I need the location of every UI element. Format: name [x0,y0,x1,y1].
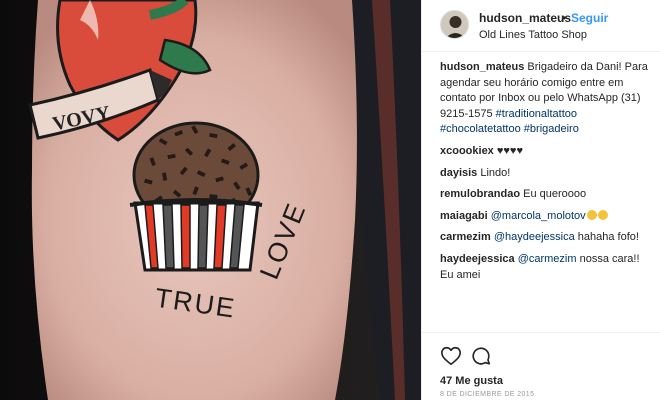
comment-username[interactable]: dayisis [440,167,477,179]
laughing-emoji-icon [586,209,597,220]
post-date[interactable]: 8 DE DICIEMBRE DE 2015 [440,391,534,398]
comment-text: Lindo! [477,166,511,179]
caption: hudson_mateus Brigadeiro da Dani! Para a… [440,60,652,138]
comment-text: ♥♥♥♥ [493,144,523,157]
brigadeiro-tattoo [129,121,263,272]
comment-text: Eu queroooo [520,188,587,201]
post-sidebar: hudson_mateus • Seguir Old Lines Tattoo … [421,0,660,400]
comment-list: hudson_mateus Brigadeiro da Dani! Para a… [440,60,652,289]
post-header: hudson_mateus • Seguir Old Lines Tattoo … [422,0,660,52]
post-actions: 47 Me gusta 8 DE DICIEMBRE DE 2015 [422,332,660,400]
comment-username[interactable]: carmezim [440,231,491,243]
comment-username[interactable]: xcoookiex [440,145,494,157]
mention-link[interactable]: @haydeejessica [494,231,575,243]
comment-item: maiagabi @marcola_molotov [440,209,652,225]
post-photo[interactable]: VOVY TRUE LOVE [0,0,421,400]
mention-link[interactable]: @carmezim [518,253,577,265]
header-separator: • [562,11,567,25]
comment-item: xcoookiex ♥♥♥♥ [440,144,652,160]
comment-item: haydeejessica @carmezim nossa cara!! Eu … [440,252,652,283]
comment-item: dayisis Lindo! [440,166,652,182]
hashtag-link[interactable]: #brigadeiro [524,123,579,135]
smiling-emoji-icon [597,209,608,220]
caption-username[interactable]: hudson_mateus [440,61,524,73]
location-link[interactable]: Old Lines Tattoo Shop [479,29,587,41]
likes-count[interactable]: 47 Me gusta [440,375,503,387]
mention-link[interactable]: @marcola_molotov [491,210,586,222]
comment-text: hahaha fofo! [574,231,639,244]
comment-item: remulobrandao Eu queroooo [440,187,652,203]
tattoo-photo: VOVY TRUE LOVE [0,0,421,400]
comment-item: carmezim @haydeejessica hahaha fofo! [440,230,652,246]
avatar[interactable] [440,10,469,39]
comment-username[interactable]: maiagabi [440,210,488,222]
header-username[interactable]: hudson_mateus [479,11,571,25]
hashtag-link[interactable]: #chocolatetattoo [440,123,521,135]
hashtag-link[interactable]: #traditionaltattoo [496,108,577,120]
follow-button[interactable]: Seguir [571,11,608,25]
heart-icon[interactable] [440,345,462,367]
comment-username[interactable]: haydeejessica [440,253,515,265]
comment-username[interactable]: remulobrandao [440,188,520,200]
comment-icon[interactable] [470,345,492,367]
